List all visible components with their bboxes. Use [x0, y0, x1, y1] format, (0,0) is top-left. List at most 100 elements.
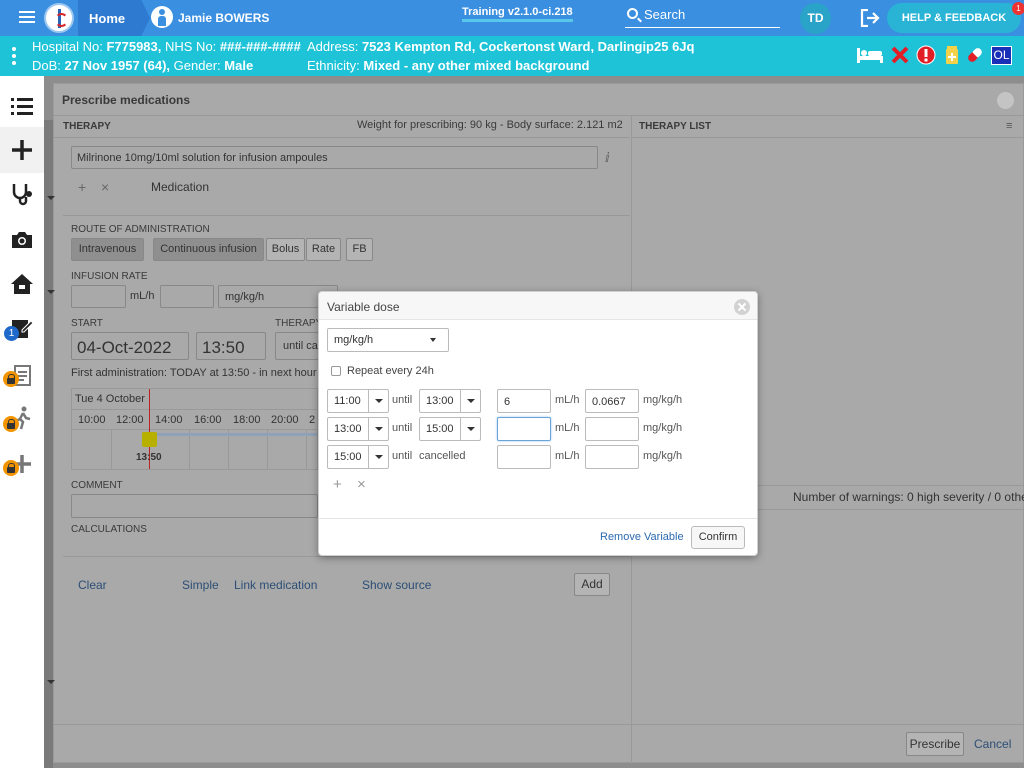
cancel-link[interactable]: Cancel: [974, 737, 1011, 751]
remove-medication-icon[interactable]: ×: [101, 179, 109, 195]
add-row-icon[interactable]: +: [333, 476, 342, 493]
banner-more-icon[interactable]: [12, 47, 16, 68]
row1-dose-input[interactable]: 0.0667: [585, 389, 639, 413]
collapse-icon[interactable]: [47, 290, 55, 294]
timeline-hour: 20:00: [271, 414, 299, 426]
timeline-marker-label: 13:50: [136, 452, 162, 463]
chevron-down-icon: [460, 390, 480, 412]
therapy-list-header: THERAPY LIST ≡: [632, 116, 1024, 138]
bolus-button[interactable]: Bolus: [266, 238, 305, 261]
rate-dose-input[interactable]: [160, 285, 214, 308]
prescribe-button[interactable]: Prescribe: [906, 732, 964, 756]
simple-link[interactable]: Simple: [182, 578, 219, 592]
fb-button[interactable]: FB: [346, 238, 373, 261]
row3-rate-input[interactable]: [497, 445, 551, 469]
row1-rate-input[interactable]: 6: [497, 389, 551, 413]
medication-input[interactable]: Milrinone 10mg/10ml solution for infusio…: [71, 146, 598, 169]
help-badge: 1: [1012, 2, 1024, 15]
banner-ethnicity: Ethnicity: Mixed - any other mixed backg…: [307, 58, 590, 73]
cross-icon[interactable]: [890, 45, 910, 65]
route-label: ROUTE OF ADMINISTRATION: [71, 224, 210, 235]
link-medication-link[interactable]: Link medication: [234, 578, 317, 592]
remove-row-icon[interactable]: ×: [357, 476, 366, 493]
show-source-link[interactable]: Show source: [362, 578, 431, 592]
confirm-button[interactable]: Confirm: [691, 526, 745, 549]
divider: [63, 215, 630, 216]
comment-input[interactable]: [71, 494, 318, 518]
continuous-infusion-button[interactable]: Continuous infusion: [153, 238, 264, 261]
therapy-list-menu-icon[interactable]: ≡: [1006, 120, 1012, 132]
help-feedback-button[interactable]: HELP & FEEDBACK: [887, 3, 1021, 33]
add-medication-icon[interactable]: +: [78, 179, 86, 195]
remove-variable-link[interactable]: Remove Variable: [600, 531, 684, 543]
home-label: Home: [89, 11, 126, 26]
prescribe-close-icon[interactable]: [997, 92, 1014, 109]
repeat-checkbox[interactable]: [331, 366, 341, 376]
bed-icon[interactable]: [856, 45, 884, 65]
rate-button[interactable]: Rate: [306, 238, 341, 261]
rate-unit-label: mL/h: [555, 422, 580, 434]
therapy-header: THERAPY Weight for prescribing: 90 kg - …: [54, 116, 630, 138]
modal-title: Variable dose: [327, 300, 400, 314]
plus-icon[interactable]: [10, 138, 34, 162]
timeline-hour: 16:00: [194, 414, 222, 426]
row2-rate-input[interactable]: [497, 417, 551, 441]
medication-bottle-icon[interactable]: [942, 45, 962, 65]
row3-to-value: cancelled: [419, 450, 466, 462]
rate-unit-ml: mL/h: [130, 290, 155, 302]
banner-line-1: Hospital No: F775983, NHS No: ###-###-##…: [32, 39, 301, 54]
therapy-duration-value: until ca: [283, 340, 318, 352]
collapse-icon[interactable]: [47, 680, 55, 684]
start-time-input[interactable]: 13:50: [196, 332, 266, 360]
user-avatar[interactable]: TD: [800, 3, 831, 34]
therapy-duration-select[interactable]: until ca: [275, 332, 319, 360]
row1-from-select[interactable]: 11:00: [327, 389, 389, 413]
ol-badge[interactable]: OL: [991, 46, 1012, 65]
notes-badge: 1: [4, 326, 19, 341]
divider: [63, 556, 630, 557]
timeline-hour: 18:00: [233, 414, 261, 426]
home-icon[interactable]: [10, 272, 34, 296]
left-nav: 1: [0, 76, 44, 768]
row2-to-select[interactable]: 15:00: [419, 417, 481, 441]
row2-dose-input[interactable]: [585, 417, 639, 441]
pill-icon[interactable]: [965, 45, 985, 65]
alert-icon[interactable]: [916, 45, 936, 65]
stethoscope-icon[interactable]: [10, 182, 34, 206]
dose-unit-label: mg/kg/h: [643, 422, 683, 434]
chevron-down-icon: [368, 446, 388, 468]
logout-icon[interactable]: [860, 9, 880, 27]
infusion-rate-label: INFUSION RATE: [71, 271, 148, 282]
add-button[interactable]: Add: [574, 573, 610, 596]
variable-dose-modal: Variable dose mg/kg/h Repeat every 24h 1…: [318, 291, 758, 556]
timeline-dose-marker[interactable]: [142, 432, 157, 447]
dose-unit-select[interactable]: mg/kg/h: [327, 328, 449, 352]
search-input[interactable]: Search: [625, 6, 780, 28]
search-icon: [627, 8, 638, 19]
start-label: START: [71, 318, 103, 329]
lock-icon: [3, 371, 19, 387]
timeline-hour: 10:00: [78, 414, 106, 426]
list-icon[interactable]: [10, 94, 34, 118]
timeline-date: Tue 4 October: [75, 393, 145, 405]
info-icon[interactable]: ⅈ: [605, 150, 610, 166]
camera-icon[interactable]: [10, 228, 34, 252]
warnings-text: Number of warnings: 0 high severity / 0 …: [793, 490, 1024, 504]
clear-link[interactable]: Clear: [78, 578, 107, 592]
first-admin-text: First administration: TODAY at 13:50 - i…: [71, 367, 317, 379]
row3-dose-input[interactable]: [585, 445, 639, 469]
row3-from-select[interactable]: 15:00: [327, 445, 389, 469]
close-icon[interactable]: [734, 299, 750, 315]
start-date-input[interactable]: 04-Oct-2022: [71, 332, 189, 360]
intravenous-button[interactable]: Intravenous: [71, 238, 144, 261]
row2-from-select[interactable]: 13:00: [327, 417, 389, 441]
rate-ml-input[interactable]: [71, 285, 126, 308]
row1-to-select[interactable]: 13:00: [419, 389, 481, 413]
row-from-value: 11:00: [334, 395, 361, 407]
collapse-icon[interactable]: [47, 196, 55, 200]
home-breadcrumb[interactable]: Home: [78, 0, 150, 36]
patient-name[interactable]: Jamie BOWERS: [178, 11, 269, 25]
menu-icon[interactable]: [19, 11, 35, 25]
divider: [72, 429, 317, 430]
dose-unit-value: mg/kg/h: [334, 334, 374, 346]
